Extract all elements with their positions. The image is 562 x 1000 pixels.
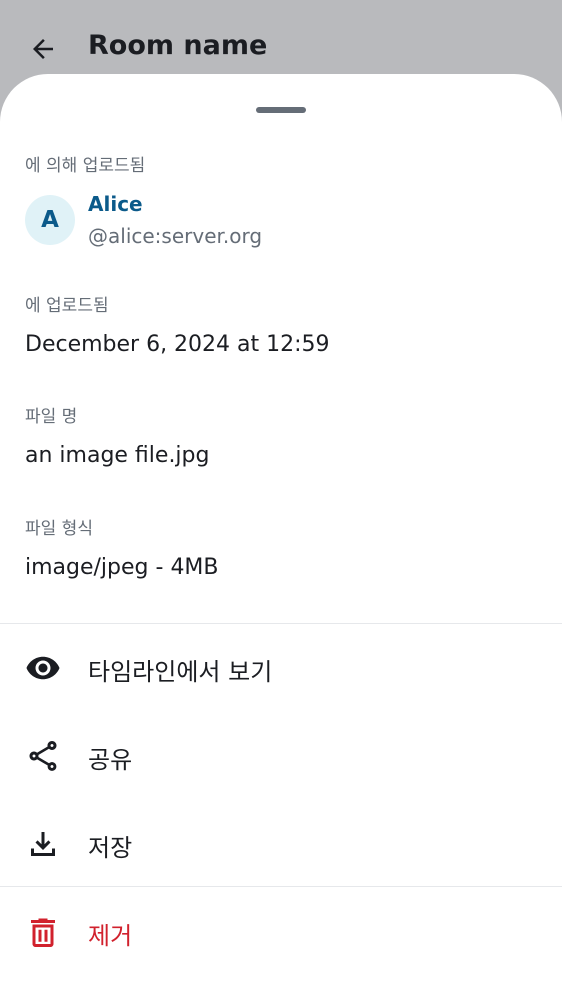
eye-icon	[26, 656, 60, 680]
share-button[interactable]: 공유	[0, 712, 562, 798]
page-title: Room name	[88, 30, 268, 61]
uploaded-by-label: 에 의해 업로드됨	[25, 156, 146, 176]
divider	[0, 886, 562, 887]
share-icon	[29, 741, 57, 771]
file-name-label: 파일 명	[25, 407, 78, 427]
media-details-bottom-sheet: 에 의해 업로드됨 A Alice @alice:server.org 에 업로…	[0, 74, 562, 1000]
remove-button[interactable]: 제거	[0, 888, 562, 974]
file-format-label: 파일 형식	[25, 519, 93, 539]
remove-label: 제거	[88, 922, 133, 950]
avatar: A	[25, 195, 75, 245]
save-label: 저장	[88, 834, 133, 862]
download-icon	[31, 832, 55, 856]
file-format-value: image/jpeg - 4MB	[25, 555, 219, 580]
uploaded-on-label: 에 업로드됨	[25, 296, 109, 316]
save-button[interactable]: 저장	[0, 800, 562, 886]
view-in-timeline-button[interactable]: 타임라인에서 보기	[0, 624, 562, 710]
uploaded-on-value: December 6, 2024 at 12:59	[25, 332, 330, 357]
arrow-left-icon[interactable]	[28, 34, 58, 64]
share-label: 공유	[88, 746, 133, 774]
sender-user-id: @alice:server.org	[88, 224, 263, 248]
sender-name: Alice	[88, 192, 143, 216]
trash-icon	[31, 918, 55, 947]
drag-handle[interactable]	[256, 107, 306, 113]
view-in-timeline-label: 타임라인에서 보기	[88, 658, 273, 686]
file-name-value: an image file.jpg	[25, 443, 210, 468]
